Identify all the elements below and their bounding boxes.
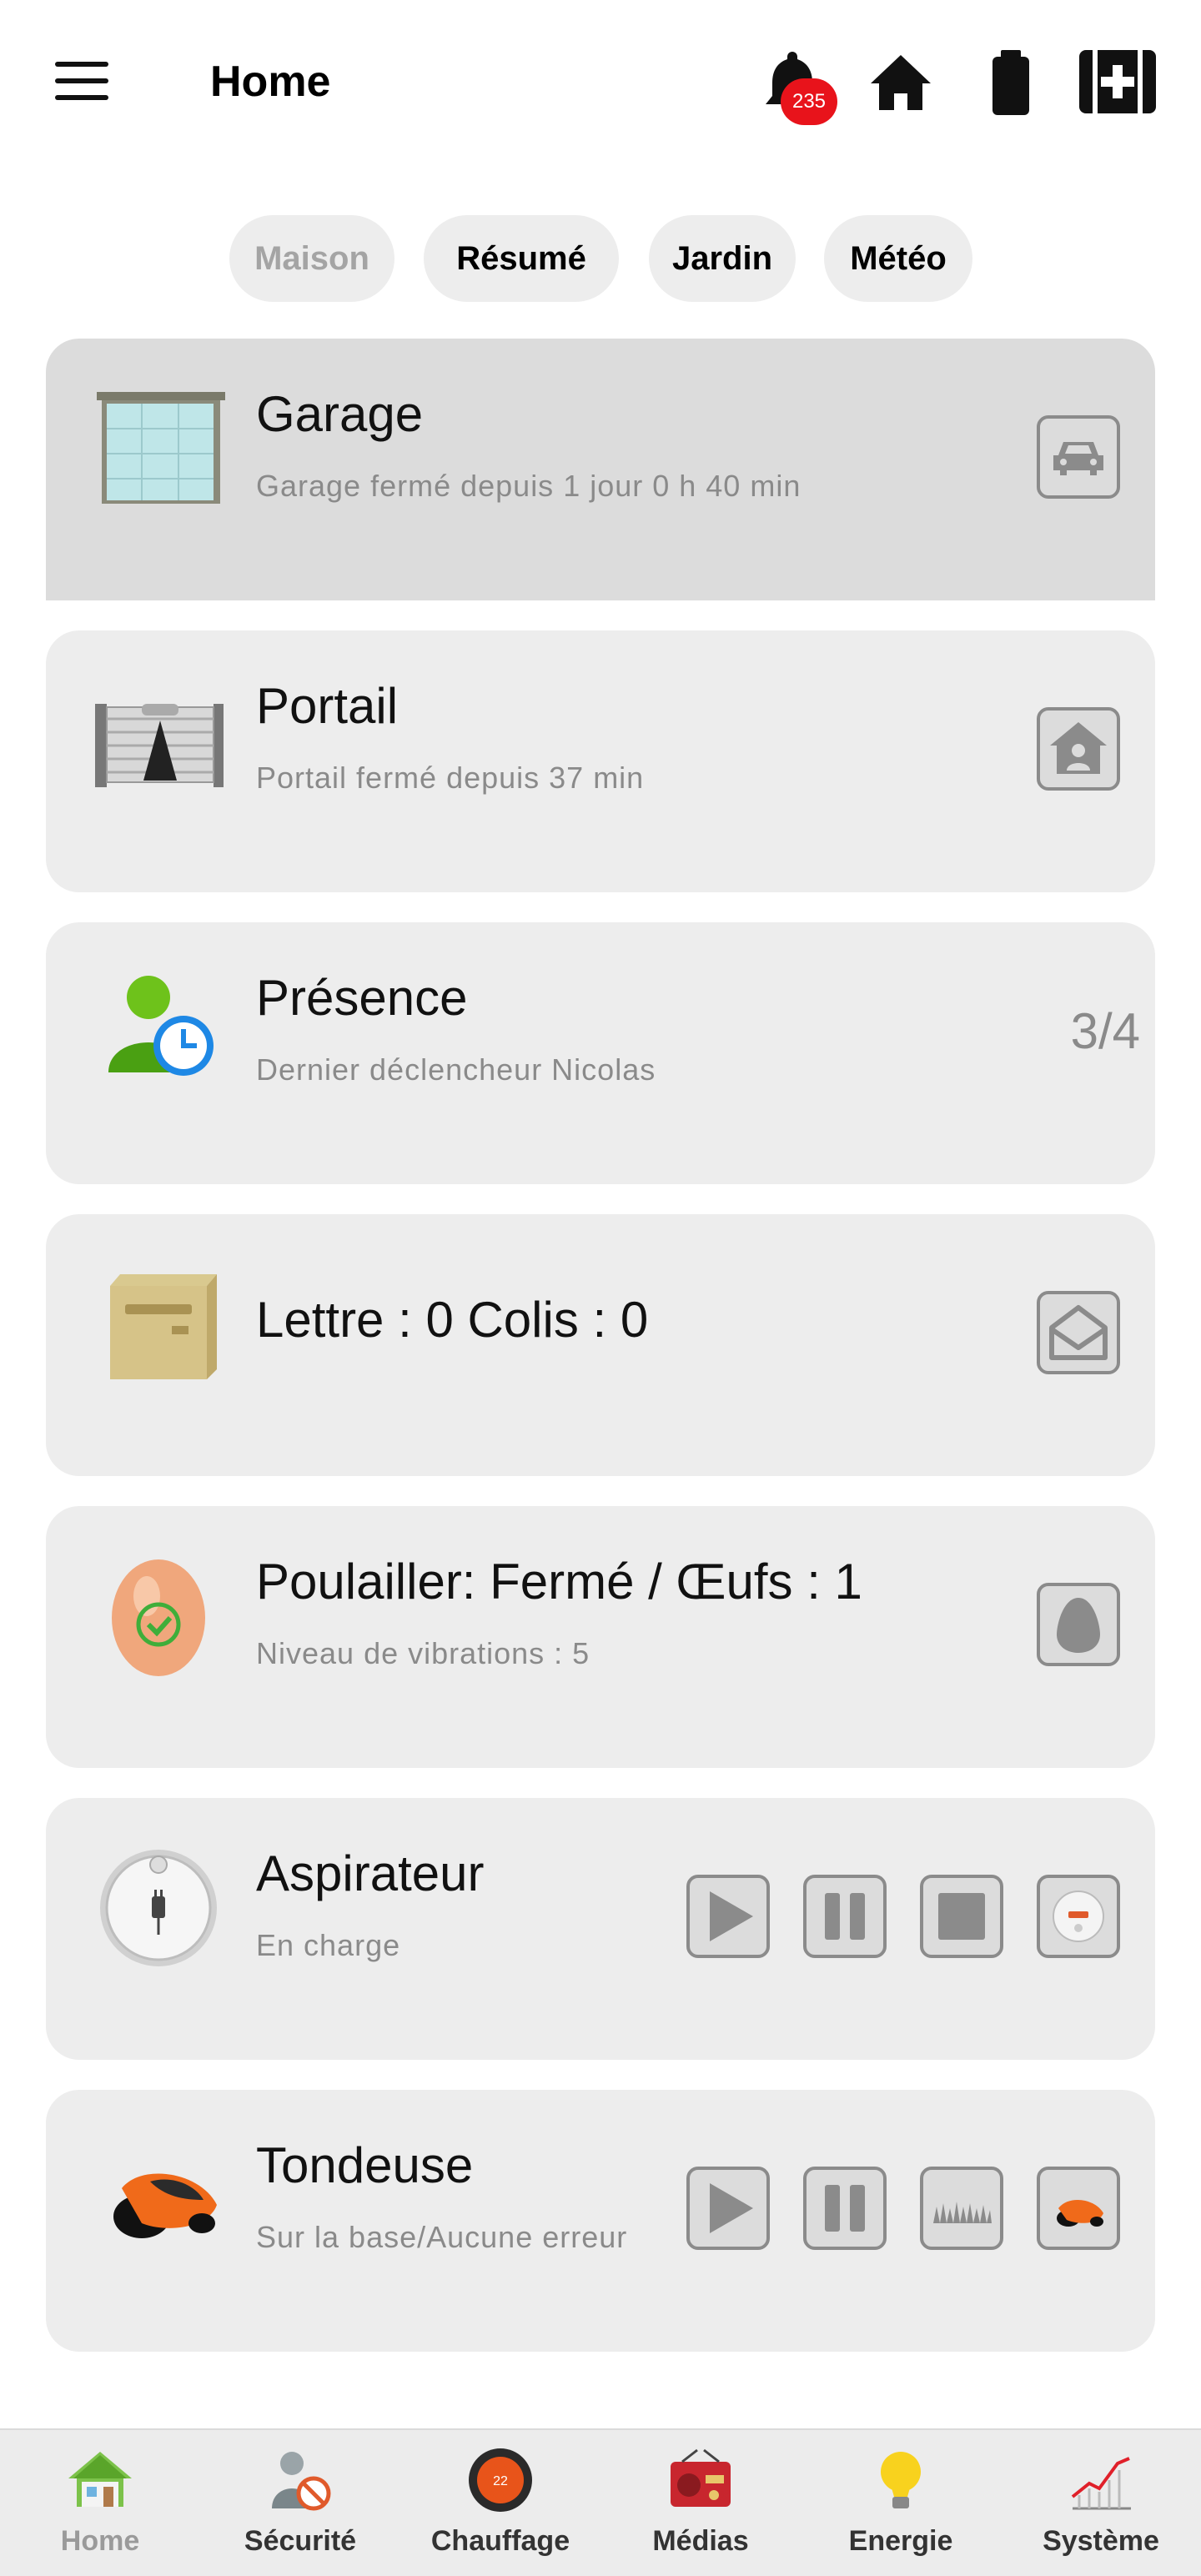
play-icon — [710, 2183, 753, 2233]
robot-mower-small-icon — [1057, 2199, 1103, 2227]
tondeuse-play-button[interactable] — [686, 2167, 770, 2250]
medical-cross-icon[interactable] — [1076, 47, 1159, 117]
portail-title: Portail — [256, 678, 399, 734]
open-envelope-icon — [1049, 1305, 1108, 1360]
mailbox-reset-button[interactable] — [1037, 1291, 1120, 1374]
tondeuse-status: Sur la base/Aucune erreur — [256, 2220, 628, 2254]
aspirateur-status: En charge — [256, 1928, 401, 1962]
portail-toggle-button[interactable] — [1037, 707, 1120, 791]
tab-meteo[interactable]: Météo — [824, 215, 972, 302]
robot-vacuum-charging-icon — [100, 1850, 217, 1966]
tab-maison[interactable]: Maison — [229, 215, 394, 302]
pause-icon — [825, 2185, 865, 2232]
menu-icon[interactable] — [55, 62, 108, 102]
page-title: Home — [210, 58, 331, 106]
thermostat-value: 22 — [493, 2474, 508, 2488]
garage-status: Garage fermé depuis 1 jour 0 h 40 min — [256, 469, 802, 503]
notification-badge: 235 — [781, 78, 837, 125]
nav-energie[interactable]: Energie — [801, 2430, 1001, 2576]
presence-person-clock-icon — [108, 976, 214, 1076]
robot-vacuum-icon — [1053, 1891, 1104, 1942]
mailbox-icon — [110, 1274, 217, 1379]
nav-medias-label: Médias — [652, 2525, 749, 2557]
stop-icon — [938, 1893, 985, 1940]
garage-door-icon — [97, 392, 225, 504]
play-icon — [710, 1891, 753, 1941]
nav-systeme-label: Système — [1043, 2525, 1159, 2557]
garage-title: Garage — [256, 386, 424, 442]
poulailler-title: Poulailler: Fermé / Œufs : 1 — [256, 1554, 862, 1609]
bottom-navigation: Home Sécurité 22 Chauffage Médias Energi… — [0, 2428, 1201, 2576]
nav-home-label: Home — [60, 2525, 140, 2557]
aspirateur-pause-button[interactable] — [803, 1875, 887, 1958]
nav-chauffage[interactable]: 22 Chauffage — [400, 2430, 600, 2576]
nav-medias[interactable]: Médias — [600, 2430, 801, 2576]
tondeuse-card[interactable]: Tondeuse Sur la base/Aucune erreur — [46, 2090, 1155, 2352]
tondeuse-pause-button[interactable] — [803, 2167, 887, 2250]
garage-card[interactable]: Garage Garage fermé depuis 1 jour 0 h 40… — [46, 339, 1155, 600]
aspirateur-card[interactable]: Aspirateur En charge — [46, 1798, 1155, 2060]
presence-count: 3/4 — [1070, 1003, 1140, 1059]
grass-icon — [933, 2202, 992, 2223]
egg-icon — [1057, 1598, 1100, 1653]
car-icon — [1053, 442, 1103, 475]
aspirateur-play-button[interactable] — [686, 1875, 770, 1958]
light-bulb-icon — [881, 2452, 921, 2508]
nav-home[interactable]: Home — [0, 2430, 200, 2576]
mailbox-title: Lettre : 0 Colis : 0 — [256, 1292, 649, 1348]
tondeuse-grass-button[interactable] — [920, 2167, 1003, 2250]
aspirateur-stop-button[interactable] — [920, 1875, 1003, 1958]
nav-systeme[interactable]: Système — [1001, 2430, 1201, 2576]
robot-mower-icon — [113, 2173, 217, 2238]
aspirateur-title: Aspirateur — [256, 1845, 485, 1901]
nav-energie-label: Energie — [848, 2525, 953, 2557]
nav-securite-label: Sécurité — [244, 2525, 357, 2557]
house-icon — [68, 2452, 132, 2507]
tab-jardin[interactable]: Jardin — [649, 215, 796, 302]
home-icon[interactable] — [867, 47, 934, 117]
tab-bar: Maison Résumé Jardin Météo — [0, 215, 1201, 302]
thermostat-icon: 22 — [469, 2448, 532, 2512]
presence-card[interactable]: Présence Dernier déclencheur Nicolas 3/4 — [46, 922, 1155, 1184]
radio-icon — [671, 2448, 731, 2507]
presence-title: Présence — [256, 970, 468, 1026]
pause-icon — [825, 1893, 865, 1940]
tondeuse-device-button[interactable] — [1037, 2167, 1120, 2250]
nav-chauffage-label: Chauffage — [430, 2525, 570, 2557]
poulailler-card[interactable]: Poulailler: Fermé / Œufs : 1 Niveau de v… — [46, 1506, 1155, 1768]
tondeuse-title: Tondeuse — [256, 2137, 474, 2193]
poulailler-egg-button[interactable] — [1037, 1583, 1120, 1666]
portail-card[interactable]: Portail Portail fermé depuis 37 min — [46, 630, 1155, 892]
poulailler-status: Niveau de vibrations : 5 — [256, 1636, 590, 1670]
garage-toggle-button[interactable] — [1037, 415, 1120, 499]
chart-icon — [1071, 2457, 1131, 2510]
mailbox-card[interactable]: Lettre : 0 Colis : 0 — [46, 1214, 1155, 1476]
nav-securite[interactable]: Sécurité — [200, 2430, 400, 2576]
house-person-icon — [1050, 722, 1107, 774]
gate-icon — [95, 704, 224, 787]
presence-status: Dernier déclencheur Nicolas — [256, 1052, 656, 1087]
egg-check-icon — [112, 1559, 205, 1676]
battery-icon[interactable] — [977, 47, 1044, 117]
tab-resume[interactable]: Résumé — [424, 215, 619, 302]
security-person-icon — [272, 2452, 331, 2511]
top-bar: Home 235 — [0, 0, 1201, 167]
aspirateur-device-button[interactable] — [1037, 1875, 1120, 1958]
portail-status: Portail fermé depuis 37 min — [256, 761, 645, 795]
